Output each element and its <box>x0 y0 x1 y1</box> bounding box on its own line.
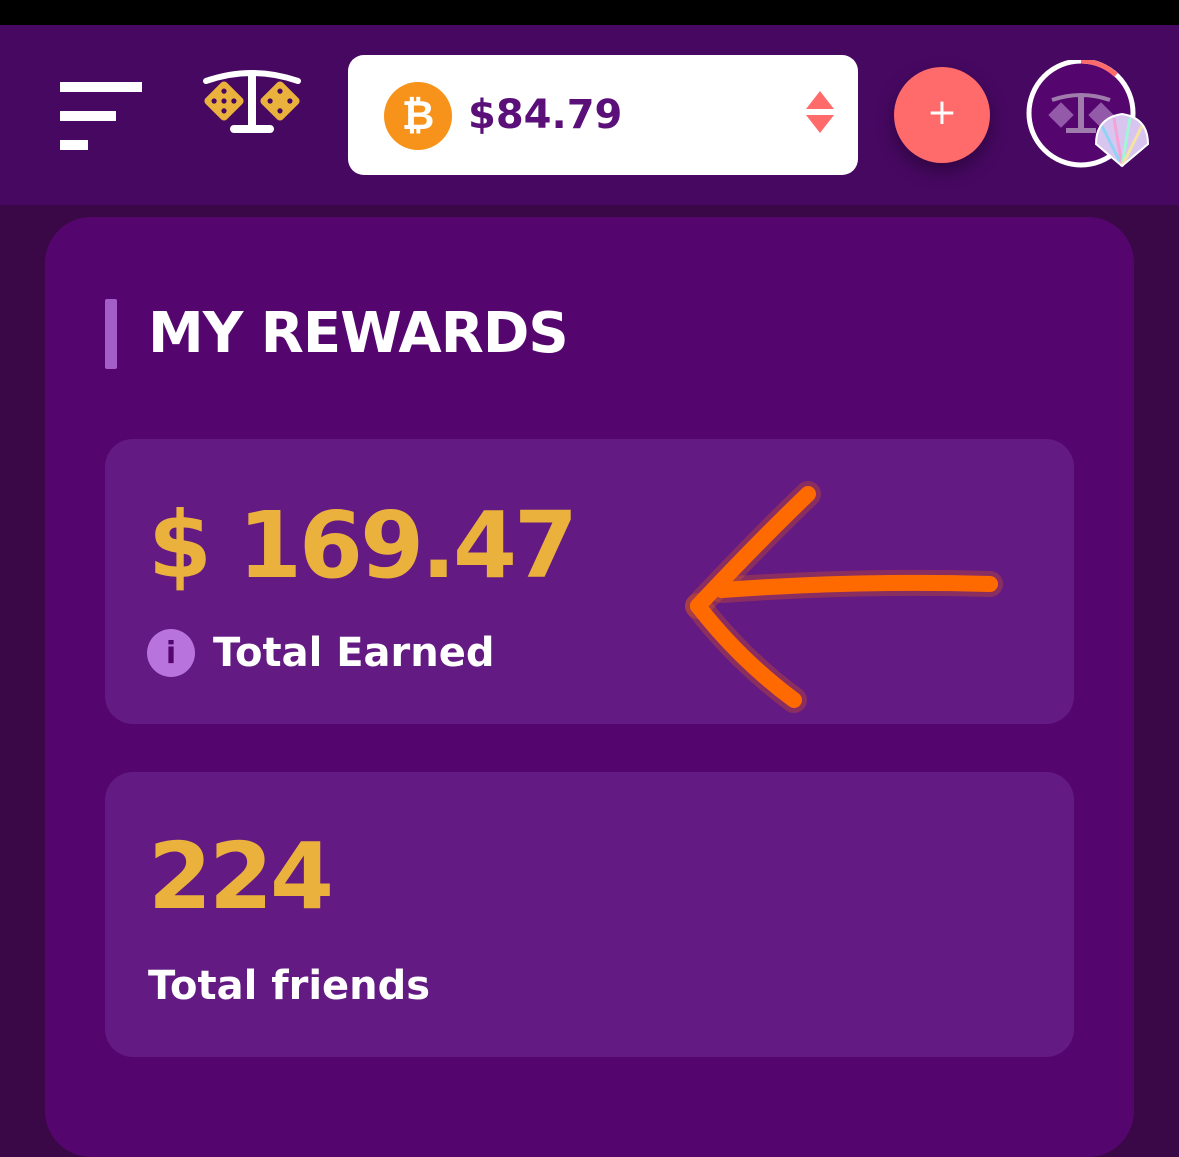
annotation-arrow-icon <box>685 481 1003 713</box>
profile-avatar[interactable] <box>1024 60 1154 190</box>
wallet-balance-selector[interactable]: ₿ $84.79 <box>348 55 858 175</box>
total-friends-label: Total friends <box>148 963 431 1009</box>
total-friends-value: 224 <box>148 823 334 930</box>
currency-switch-icon[interactable] <box>804 89 836 135</box>
info-icon[interactable]: i <box>147 629 195 677</box>
top-header: ₿ $84.79 + <box>0 25 1179 205</box>
add-funds-button[interactable]: + <box>894 67 990 163</box>
title-accent-bar <box>105 299 117 369</box>
total-friends-panel: 224 Total friends <box>105 772 1074 1057</box>
total-earned-value: $ 169.47 <box>148 492 578 599</box>
page-title: MY REWARDS <box>148 301 569 366</box>
status-bar <box>0 0 1179 25</box>
total-earned-label: Total Earned <box>213 630 495 676</box>
bitcoin-icon: ₿ <box>384 82 452 150</box>
menu-icon[interactable] <box>58 82 144 152</box>
scales-dice-logo[interactable] <box>200 67 304 139</box>
wallet-amount: $84.79 <box>468 92 623 138</box>
